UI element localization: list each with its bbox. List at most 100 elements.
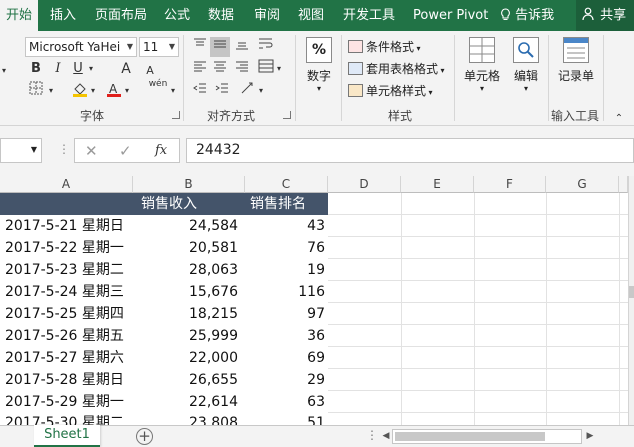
revenue-cell[interactable]: 15,676	[133, 281, 238, 303]
font-name-combo[interactable]: Microsoft YaHei ▼	[25, 37, 137, 57]
align-dialog-launcher-icon[interactable]	[283, 111, 291, 119]
revenue-cell[interactable]: 24,584	[133, 215, 238, 237]
phonetic-button[interactable]: wén	[146, 79, 170, 99]
date-cell[interactable]: 2017-5-27 星期六	[5, 347, 130, 369]
revenue-cell[interactable]: 22,000	[133, 347, 238, 369]
header-cell-rank[interactable]: 销售排名	[245, 193, 328, 215]
align-center-icon[interactable]	[210, 59, 230, 79]
fill-color-dropdown-icon[interactable]: ▾	[88, 81, 98, 101]
date-cell[interactable]: 2017-5-29 星期一	[5, 391, 130, 413]
editing-button[interactable]: 编辑 ▾	[508, 37, 544, 93]
scroll-thumb[interactable]	[395, 432, 545, 441]
underline-dropdown-icon[interactable]: ▾	[86, 59, 96, 79]
number-format-button[interactable]: % 数字 ▾	[300, 37, 338, 93]
tab-insert[interactable]: 插入	[50, 0, 76, 31]
tab-data[interactable]: 数据	[208, 0, 234, 31]
rank-cell[interactable]: 51	[245, 412, 325, 425]
revenue-cell[interactable]: 28,063	[133, 259, 238, 281]
scroll-thumb[interactable]	[629, 286, 634, 298]
date-cell[interactable]: 2017-5-25 星期四	[5, 303, 130, 325]
sheet-tab-sheet1[interactable]: Sheet1	[34, 425, 100, 447]
column-header-f[interactable]: F	[474, 176, 546, 193]
tell-me-search[interactable]: 告诉我	[500, 0, 554, 31]
font-size-combo[interactable]: 11 ▼	[139, 37, 179, 57]
column-header-d[interactable]: D	[328, 176, 401, 193]
add-sheet-button[interactable]: +	[136, 428, 153, 445]
revenue-cell[interactable]: 25,999	[133, 325, 238, 347]
check-icon[interactable]: ✓	[119, 142, 132, 160]
tab-power-pivot[interactable]: Power Pivot	[413, 0, 488, 31]
date-cell[interactable]: 2017-5-28 星期日	[5, 369, 130, 391]
record-form-button[interactable]: 记录单	[554, 37, 598, 84]
rank-cell[interactable]: 36	[245, 325, 325, 347]
column-header-g[interactable]: G	[546, 176, 619, 193]
bold-button[interactable]: B	[26, 59, 46, 79]
italic-button[interactable]: I	[48, 59, 68, 79]
font-dialog-launcher-icon[interactable]	[172, 111, 180, 119]
date-cell[interactable]: 2017-5-22 星期一	[5, 237, 130, 259]
name-box[interactable]: ▼	[0, 138, 42, 163]
revenue-cell[interactable]: 18,215	[133, 303, 238, 325]
font-color-icon[interactable]: A	[104, 81, 124, 101]
revenue-cell[interactable]: 20,581	[133, 237, 238, 259]
decrease-indent-icon[interactable]	[190, 81, 210, 101]
format-as-table-button[interactable]: 套用表格格式 ▾	[348, 59, 445, 79]
merge-center-icon[interactable]	[256, 59, 276, 79]
wrap-text-icon[interactable]	[256, 37, 276, 57]
date-cell[interactable]: 2017-5-21 星期日	[5, 215, 130, 237]
column-header-a[interactable]: A	[0, 176, 133, 193]
header-cell-revenue[interactable]: 销售收入	[133, 193, 245, 215]
tab-page-layout[interactable]: 页面布局	[95, 0, 147, 31]
date-cell[interactable]: 2017-5-23 星期二	[5, 259, 130, 281]
clipboard-dropdown-icon[interactable]: ▾	[0, 61, 8, 81]
font-color-dropdown-icon[interactable]: ▾	[122, 81, 132, 101]
cells-button[interactable]: 单元格 ▾	[460, 37, 504, 93]
horizontal-scrollbar[interactable]	[392, 429, 582, 444]
insert-function-button[interactable]: fx	[155, 143, 167, 158]
tab-view[interactable]: 视图	[298, 0, 324, 31]
column-header-e[interactable]: E	[401, 176, 474, 193]
date-cell[interactable]: 2017-5-26 星期五	[5, 325, 130, 347]
orientation-icon[interactable]	[238, 81, 258, 101]
borders-icon[interactable]	[26, 81, 46, 101]
share-button[interactable]: 共享	[576, 0, 634, 31]
tab-home[interactable]: 开始	[0, 0, 39, 31]
borders-dropdown-icon[interactable]: ▾	[46, 81, 56, 101]
revenue-cell[interactable]: 22,614	[133, 391, 238, 413]
revenue-cell[interactable]: 23,808	[133, 412, 238, 425]
column-header-h[interactable]	[619, 176, 628, 193]
tab-formulas[interactable]: 公式	[164, 0, 190, 31]
column-header-c[interactable]: C	[245, 176, 328, 193]
rank-cell[interactable]: 116	[245, 281, 325, 303]
rank-cell[interactable]: 76	[245, 237, 325, 259]
formula-input[interactable]: 24432	[186, 138, 634, 163]
date-cell[interactable]: 2017-5-30 星期二	[5, 412, 130, 425]
underline-button[interactable]: U	[68, 59, 88, 79]
rank-cell[interactable]: 69	[245, 347, 325, 369]
conditional-format-button[interactable]: 条件格式 ▾	[348, 37, 421, 57]
revenue-cell[interactable]: 26,655	[133, 369, 238, 391]
rank-cell[interactable]: 19	[245, 259, 325, 281]
orientation-dropdown-icon[interactable]: ▾	[256, 81, 266, 101]
align-left-icon[interactable]	[190, 59, 210, 79]
rank-cell[interactable]: 43	[245, 215, 325, 237]
tab-developer[interactable]: 开发工具	[343, 0, 395, 31]
align-bottom-icon[interactable]	[232, 37, 252, 57]
header-cell-a1[interactable]	[0, 193, 133, 215]
increase-indent-icon[interactable]	[212, 81, 232, 101]
tab-review[interactable]: 审阅	[254, 0, 280, 31]
phonetic-dropdown-icon[interactable]: ▾	[168, 81, 178, 101]
align-top-icon[interactable]	[190, 37, 210, 57]
align-right-icon[interactable]	[232, 59, 252, 79]
column-header-b[interactable]: B	[133, 176, 245, 193]
fill-color-icon[interactable]	[70, 81, 90, 101]
rank-cell[interactable]: 29	[245, 369, 325, 391]
rank-cell[interactable]: 97	[245, 303, 325, 325]
align-middle-icon[interactable]	[210, 37, 230, 57]
scroll-left-icon[interactable]: ◀	[380, 429, 392, 444]
date-cell[interactable]: 2017-5-24 星期三	[5, 281, 130, 303]
grow-font-button[interactable]: A	[116, 59, 136, 79]
vertical-scrollbar[interactable]	[628, 176, 634, 425]
scroll-right-icon[interactable]: ▶	[584, 429, 596, 444]
merge-dropdown-icon[interactable]: ▾	[274, 59, 284, 79]
